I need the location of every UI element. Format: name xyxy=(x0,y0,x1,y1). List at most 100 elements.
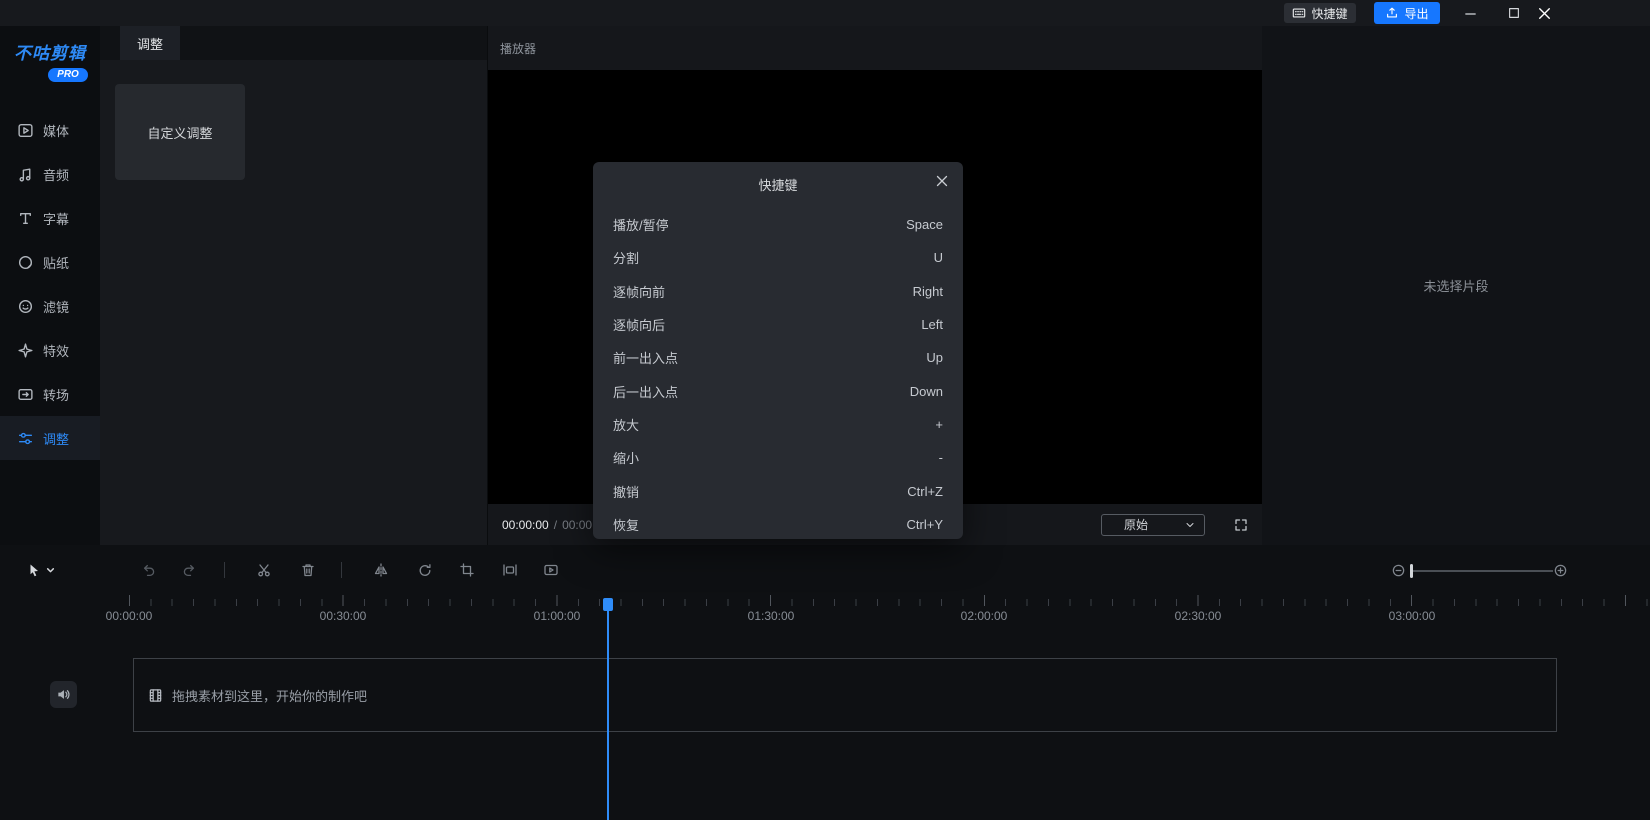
timeline-zoom-slider[interactable] xyxy=(1410,570,1553,572)
sidebar-item-label: 音频 xyxy=(43,165,69,184)
sidebar-item-transition[interactable]: 转场 xyxy=(0,372,100,416)
zoom-out-button[interactable] xyxy=(1386,558,1410,582)
sidebar-item-media[interactable]: 媒体 xyxy=(0,108,100,152)
sidebar-item-label: 特效 xyxy=(43,341,69,360)
redo-button[interactable] xyxy=(178,558,202,582)
tab-adjust[interactable]: 调整 xyxy=(120,26,180,60)
chevron-down-icon xyxy=(1184,519,1196,531)
zoom-slider-handle[interactable] xyxy=(1410,564,1413,578)
shortcut-list: 播放/暂停Space 分割U 逐帧向前Right 逐帧向后Left 前一出入点U… xyxy=(593,208,963,541)
shortcut-action: 恢复 xyxy=(613,515,639,534)
ruler-label: 03:00:00 xyxy=(1389,609,1436,623)
close-icon xyxy=(1536,5,1553,22)
shortcut-button[interactable]: 快捷键 xyxy=(1284,3,1356,23)
delete-button[interactable] xyxy=(296,558,320,582)
crop-button[interactable] xyxy=(455,558,479,582)
shortcuts-modal: 快捷键 播放/暂停Space 分割U 逐帧向前Right 逐帧向后Left 前一… xyxy=(593,162,963,539)
sidebar-item-filter[interactable]: 滤镜 xyxy=(0,284,100,328)
quality-dropdown[interactable]: 原始 xyxy=(1101,514,1205,536)
drop-hint-text: 拖拽素材到这里，开始你的制作吧 xyxy=(172,686,367,705)
sidebar-item-label: 调整 xyxy=(43,429,69,448)
mirror-button[interactable] xyxy=(369,558,393,582)
minimize-icon xyxy=(1463,6,1478,21)
track-mute-button[interactable] xyxy=(50,681,77,708)
shortcut-key: + xyxy=(935,417,943,432)
no-clip-text: 未选择片段 xyxy=(1423,276,1488,295)
sidebar-item-adjust[interactable]: 调整 xyxy=(0,416,100,460)
sidebar-item-label: 媒体 xyxy=(43,121,69,140)
scissors-icon xyxy=(256,562,272,578)
shortcut-key: U xyxy=(934,250,943,265)
ruler-label: 02:00:00 xyxy=(961,609,1008,623)
sidebar-item-subtitle[interactable]: 字幕 xyxy=(0,196,100,240)
shortcut-key: - xyxy=(939,450,943,465)
speaker-icon xyxy=(56,687,71,702)
preview-button[interactable] xyxy=(539,558,563,582)
logo-pro-badge: PRO xyxy=(48,68,88,82)
close-button[interactable] xyxy=(1534,4,1554,22)
ruler-label: 01:00:00 xyxy=(534,609,581,623)
time-separator: / xyxy=(554,518,557,532)
select-tool-button[interactable] xyxy=(22,558,68,582)
export-button[interactable]: 导出 xyxy=(1374,2,1440,24)
sticker-icon xyxy=(17,254,34,271)
redo-icon xyxy=(182,562,198,578)
shortcut-action: 播放/暂停 xyxy=(613,215,669,234)
shortcut-key: Ctrl+Z xyxy=(907,484,943,499)
shortcut-action: 缩小 xyxy=(613,448,639,467)
shortcut-key: Up xyxy=(926,350,943,365)
sidebar-item-audio[interactable]: 音频 xyxy=(0,152,100,196)
audio-icon xyxy=(17,166,34,183)
ruler-label: 01:30:00 xyxy=(748,609,795,623)
sidebar-item-label: 转场 xyxy=(43,385,69,404)
shortcut-action: 逐帧向前 xyxy=(613,282,665,301)
fullscreen-button[interactable] xyxy=(1233,517,1249,533)
shortcut-key: Space xyxy=(906,217,943,232)
ruler-major-ticks xyxy=(129,595,1650,606)
zoom-out-icon xyxy=(1391,563,1406,578)
zoom-in-button[interactable] xyxy=(1548,558,1572,582)
undo-button[interactable] xyxy=(136,558,160,582)
maximize-button[interactable] xyxy=(1504,4,1524,22)
shortcut-button-label: 快捷键 xyxy=(1311,5,1347,22)
cursor-icon xyxy=(26,562,42,578)
trash-icon xyxy=(300,562,316,578)
sidebar: 不咕剪辑 PRO 媒体 音频 字幕 贴纸 滤镜 xyxy=(0,26,100,545)
shortcut-action: 逐帧向后 xyxy=(613,315,665,334)
shortcut-row: 缩小 - xyxy=(613,441,943,474)
modal-close-button[interactable] xyxy=(932,171,952,191)
rotate-button[interactable] xyxy=(413,558,437,582)
ruler-label: 00:00:00 xyxy=(106,609,153,623)
media-drop-zone[interactable]: 拖拽素材到这里，开始你的制作吧 xyxy=(133,658,1557,732)
shortcut-action: 前一出入点 xyxy=(613,348,678,367)
app-window: 快捷键 导出 不咕剪辑 PRO 媒体 xyxy=(0,0,1650,820)
timeline-ruler[interactable]: 00:00:00 00:30:00 01:00:00 01:30:00 02:0… xyxy=(0,590,1650,630)
shortcut-key: Down xyxy=(910,384,943,399)
shortcut-row: 分割 U xyxy=(613,241,943,274)
toolbar-divider xyxy=(341,562,342,578)
shortcut-row: 撤销Ctrl+Z xyxy=(613,474,943,507)
shortcut-action: 后一出入点 xyxy=(613,382,678,401)
sidebar-item-effect[interactable]: 特效 xyxy=(0,328,100,372)
sidebar-item-label: 字幕 xyxy=(43,209,69,228)
ruler-label: 00:30:00 xyxy=(320,609,367,623)
shortcut-action: 放大 xyxy=(613,415,639,434)
cut-button[interactable] xyxy=(252,558,276,582)
sidebar-item-sticker[interactable]: 贴纸 xyxy=(0,240,100,284)
preview-icon xyxy=(543,562,559,578)
panel-tab-strip: 调整 xyxy=(100,26,487,60)
app-logo: 不咕剪辑 PRO xyxy=(0,26,100,82)
adapt-button[interactable] xyxy=(498,558,522,582)
shortcut-action: 分割 xyxy=(613,248,639,267)
shortcut-row: 放大 + xyxy=(613,408,943,441)
export-icon xyxy=(1385,6,1399,20)
chevron-down-icon xyxy=(46,566,55,575)
sidebar-item-label: 贴纸 xyxy=(43,253,69,272)
sidebar-item-label: 滤镜 xyxy=(43,297,69,316)
film-icon xyxy=(148,688,163,703)
quality-value: 原始 xyxy=(1124,516,1148,533)
custom-adjust-card[interactable]: 自定义调整 xyxy=(115,84,245,180)
transition-icon xyxy=(17,386,34,403)
zoom-in-icon xyxy=(1553,563,1568,578)
minimize-button[interactable] xyxy=(1460,4,1480,22)
